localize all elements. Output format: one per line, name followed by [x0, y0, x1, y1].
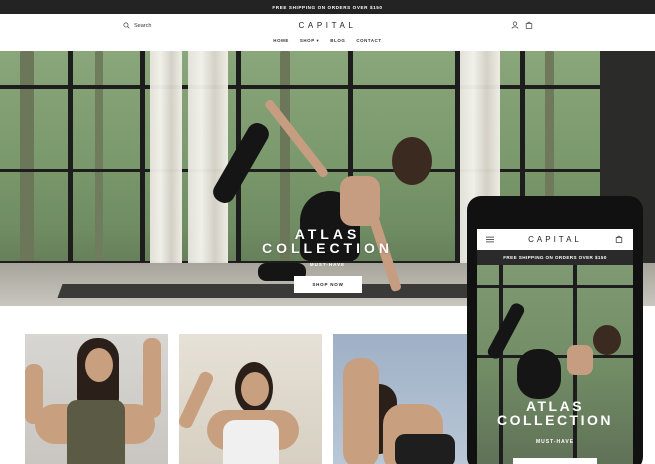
- model-hair: [392, 137, 432, 185]
- account-icon[interactable]: [511, 21, 519, 29]
- mobile-hero-title-line2: COLLECTION: [497, 412, 613, 428]
- product-tile[interactable]: [333, 334, 476, 464]
- model-face: [241, 372, 269, 406]
- product-top: [223, 420, 279, 464]
- nav-shop[interactable]: SHOP ▾: [300, 38, 319, 44]
- shop-now-button[interactable]: SHOP NOW: [294, 276, 362, 293]
- model-leg: [485, 301, 527, 361]
- announcement-bar: FREE SHIPPING ON ORDERS OVER $150: [0, 0, 655, 14]
- product-top: [395, 434, 455, 464]
- yoga-mat: [57, 284, 483, 298]
- mobile-announcement: FREE SHIPPING ON ORDERS OVER $150: [477, 250, 633, 265]
- site-logo[interactable]: CAPITAL: [0, 21, 655, 30]
- bag-icon[interactable]: [615, 235, 623, 243]
- product-top: [67, 400, 125, 464]
- mobile-shop-now-button[interactable]: [513, 458, 597, 464]
- model-arm: [263, 98, 330, 179]
- mobile-header: CAPITAL: [477, 229, 633, 250]
- product-tile[interactable]: [25, 334, 168, 464]
- mobile-hero-title-line1: ATLAS: [525, 398, 585, 414]
- main-nav: HOME SHOP ▾ BLOG CONTACT: [0, 38, 655, 44]
- model-arm: [25, 364, 43, 424]
- product-tile[interactable]: [179, 334, 322, 464]
- site-header: Search CAPITAL HOME SHOP ▾ BLOG CONTACT: [0, 14, 655, 51]
- mobile-logo[interactable]: CAPITAL: [477, 235, 633, 244]
- model-arm: [143, 338, 161, 418]
- nav-blog[interactable]: BLOG: [330, 38, 345, 44]
- window-frame: [0, 85, 655, 89]
- model-torso: [567, 345, 593, 375]
- model-hair: [593, 325, 621, 355]
- mobile-hero-title: ATLAS COLLECTION: [477, 399, 633, 427]
- model-figure: [517, 349, 561, 399]
- model-face: [85, 348, 113, 382]
- cart-icon[interactable]: [525, 21, 533, 29]
- mobile-hero: ATLAS COLLECTION MUST-HAVE: [477, 265, 633, 464]
- nav-contact[interactable]: CONTACT: [356, 38, 381, 44]
- window-frame: [499, 265, 503, 464]
- mobile-screen: CAPITAL FREE SHIPPING ON ORDERS OVER $15…: [477, 229, 633, 464]
- model-arm: [343, 358, 379, 464]
- announcement-text: FREE SHIPPING ON ORDERS OVER $150: [272, 4, 383, 10]
- header-icons: [511, 21, 533, 29]
- mobile-hero-subtitle: MUST-HAVE: [535, 439, 575, 445]
- window-frame: [0, 169, 600, 172]
- nav-home[interactable]: HOME: [273, 38, 289, 44]
